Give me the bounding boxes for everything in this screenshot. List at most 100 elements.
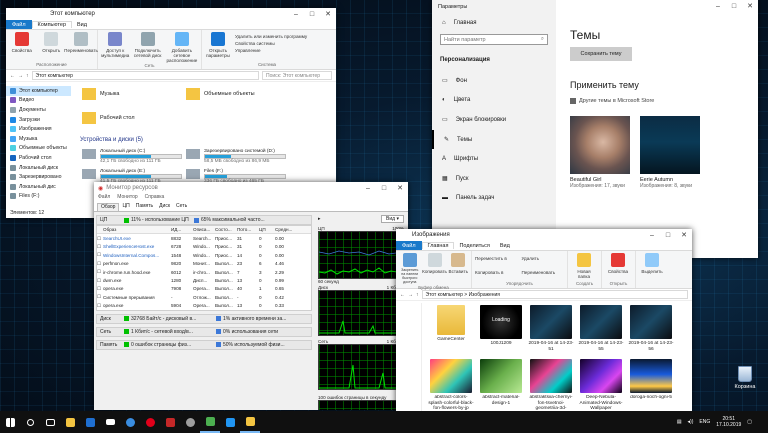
file-item[interactable]: doroga-noch-ogni-5 bbox=[626, 359, 676, 412]
nav-item-local-disk-2[interactable]: Локальный дис bbox=[6, 182, 71, 192]
table-row[interactable]: ☐ opera.exe 5904 Opera... Выпол... 13 0 0.33 bbox=[97, 302, 311, 310]
nav-item-reserved[interactable]: Зарезервировано bbox=[6, 172, 71, 182]
select-button[interactable]: Выделить bbox=[639, 253, 665, 286]
open-button[interactable]: Открыть bbox=[39, 32, 65, 62]
explorer-icon[interactable] bbox=[60, 411, 80, 433]
notification-icon[interactable]: ▢ bbox=[747, 419, 752, 425]
search-input[interactable]: Поиск: Этот компьютер bbox=[262, 71, 332, 80]
maximize-button[interactable]: □ bbox=[660, 229, 676, 241]
tab-view[interactable]: Вид bbox=[495, 243, 515, 249]
file-item[interactable]: 2019-04-16 at 14-23-56 bbox=[626, 305, 676, 359]
opera-icon[interactable] bbox=[140, 411, 160, 433]
nav-item-downloads[interactable]: Загрузки bbox=[6, 115, 71, 125]
settings-item-themes[interactable]: ✎ Темы bbox=[432, 129, 556, 150]
tab-overview[interactable]: Обзор bbox=[97, 203, 120, 211]
close-button[interactable]: ✕ bbox=[392, 182, 408, 194]
maximize-button[interactable]: □ bbox=[304, 8, 320, 20]
tab-disk[interactable]: Диск bbox=[156, 203, 173, 211]
manage-link[interactable]: Управление bbox=[235, 48, 307, 53]
taskview-icon[interactable] bbox=[40, 411, 60, 433]
rename-button[interactable]: Переименовать bbox=[64, 32, 98, 62]
back-icon[interactable]: ← bbox=[400, 292, 405, 298]
disk-section-header[interactable]: Диск 32768 Байт/с - дисковый в... 1% акт… bbox=[96, 313, 312, 324]
nav-item-3d-objects[interactable]: Объемные объекты bbox=[6, 144, 71, 154]
system-properties-link[interactable]: Свойства системы bbox=[235, 41, 307, 46]
memory-section-header[interactable]: Память 0 ошибок страницы физ... 50% испо… bbox=[96, 339, 312, 350]
back-icon[interactable]: ← bbox=[10, 73, 15, 79]
rename-button[interactable]: Переименовать bbox=[522, 270, 565, 282]
tab-share[interactable]: Поделиться bbox=[454, 243, 494, 249]
delete-button[interactable]: Удалить bbox=[522, 256, 565, 268]
nav-item-pictures[interactable]: Изображения bbox=[6, 124, 71, 134]
tab-computer[interactable]: Компьютер bbox=[31, 21, 72, 28]
nav-item-music[interactable]: Музыка bbox=[6, 134, 71, 144]
volume-icon[interactable]: ◂)) bbox=[688, 419, 694, 425]
theme-card-beautiful-girl[interactable]: Beautiful Girl Изображения: 17, звуки bbox=[570, 116, 630, 189]
settings-home[interactable]: ⌂ Главная bbox=[432, 14, 556, 32]
maximize-button[interactable]: □ bbox=[376, 182, 392, 194]
settings-item-taskbar[interactable]: ▬ Панель задач bbox=[432, 189, 556, 209]
close-button[interactable]: ✕ bbox=[742, 0, 758, 12]
language-indicator[interactable]: ENG bbox=[699, 419, 710, 425]
tab-memory[interactable]: Память bbox=[133, 203, 156, 211]
tab-network[interactable]: Сеть bbox=[173, 203, 190, 211]
add-network-location-button[interactable]: Добавить сетевое расположение bbox=[166, 32, 198, 63]
network-icon[interactable]: ▤ bbox=[677, 419, 682, 425]
minimize-button[interactable]: – bbox=[288, 8, 304, 20]
address-bar[interactable]: Этот компьютер bbox=[31, 71, 259, 80]
mail-icon[interactable] bbox=[100, 411, 120, 433]
tab-view[interactable]: Вид bbox=[72, 22, 92, 28]
vpn-icon[interactable] bbox=[160, 411, 180, 433]
folder-desktop[interactable]: Рабочий стол bbox=[82, 112, 135, 124]
new-folder-button[interactable]: Новая папка bbox=[571, 253, 597, 281]
save-theme-button[interactable]: Сохранить тему bbox=[570, 47, 632, 61]
settings-search-input[interactable]: Найти параметр ⌕ bbox=[440, 34, 548, 45]
table-row[interactable]: ☐ dwm.exe 1280 Дисп... Выпол... 13 0 0.99 bbox=[97, 276, 311, 284]
file-item[interactable]: Deep-Nebula-Animated-Windows-Wallpaper bbox=[576, 359, 626, 412]
search-icon[interactable] bbox=[20, 411, 40, 433]
settings-item-lockscreen[interactable]: ▭ Экран блокировки bbox=[432, 110, 556, 130]
store-link[interactable]: Другие темы в Microsoft Store bbox=[570, 98, 654, 104]
forward-icon[interactable]: → bbox=[18, 73, 23, 79]
properties-button[interactable]: Свойства bbox=[605, 253, 631, 281]
table-row[interactable]: ☐ ShellExperienceHost.exe 6728 Windo... Прио… bbox=[97, 243, 311, 251]
panel-collapse-icon[interactable]: ▸ bbox=[318, 216, 321, 222]
settings-item-start[interactable]: ▦ Пуск bbox=[432, 169, 556, 189]
settings-item-fonts[interactable]: A Шрифты bbox=[432, 149, 556, 169]
minimize-button[interactable]: – bbox=[644, 229, 660, 241]
file-item[interactable]: abstract-colors-splash-colorful-black-fo… bbox=[426, 359, 476, 412]
drive-c[interactable]: Локальный диск (C:) 42,1 ГБ свободно из … bbox=[82, 149, 182, 164]
uninstall-link[interactable]: Удалить или изменить программу bbox=[235, 34, 307, 39]
menu-monitor[interactable]: Монитор bbox=[117, 194, 137, 203]
file-item[interactable]: 2019-04-16 at 14-23-55 bbox=[576, 305, 626, 359]
edge-icon[interactable] bbox=[120, 411, 140, 433]
folder-3d-objects[interactable]: Объемные объекты bbox=[186, 88, 255, 100]
properties-button[interactable]: Свойства bbox=[9, 32, 35, 62]
maximize-button[interactable]: □ bbox=[726, 0, 742, 12]
copy-to-button[interactable]: Копировать в bbox=[475, 270, 518, 282]
media-access-button[interactable]: Доступ к мультимедиа bbox=[101, 32, 129, 63]
settings-item-background[interactable]: ▭ Фон bbox=[432, 71, 556, 91]
copy-button[interactable]: Копировать bbox=[422, 253, 447, 285]
tab-cpu[interactable]: ЦП bbox=[119, 203, 132, 211]
forward-icon[interactable]: → bbox=[408, 292, 413, 298]
map-drive-button[interactable]: Подключить сетевой диск bbox=[133, 32, 161, 63]
pin-button[interactable]: Закрепить на панели быстрого доступа bbox=[399, 253, 421, 285]
file-item[interactable]: abstraktsiia-chernyi-fon-tsvetnoi-geomet… bbox=[526, 359, 576, 412]
tab-home[interactable]: Главная bbox=[421, 242, 455, 249]
table-row[interactable]: ☐ Системные прерывания - Отлож... Выпол... -0… bbox=[97, 293, 311, 301]
settings-item-colors[interactable]: ◐ Цвета bbox=[432, 91, 556, 111]
start-icon[interactable] bbox=[0, 411, 20, 433]
resmon-icon[interactable] bbox=[200, 411, 220, 433]
minimize-button[interactable]: – bbox=[360, 182, 376, 194]
nav-item-documents[interactable]: Документы bbox=[6, 105, 71, 115]
nav-item-desktop[interactable]: Рабочий стол bbox=[6, 153, 71, 163]
file-item[interactable]: abstract-material-design-1 bbox=[476, 359, 526, 412]
nav-item-local-disk[interactable]: Локальный диск bbox=[6, 163, 71, 173]
paste-button[interactable]: Вставить bbox=[449, 253, 468, 285]
settings-icon[interactable] bbox=[180, 411, 200, 433]
minimize-button[interactable]: – bbox=[710, 0, 726, 12]
recycle-bin[interactable]: Корзина bbox=[730, 366, 760, 390]
cpu-section-header[interactable]: ЦП 11% - использование ЦП 65% максимальн… bbox=[96, 215, 312, 225]
tab-file[interactable]: Файл bbox=[396, 241, 422, 250]
